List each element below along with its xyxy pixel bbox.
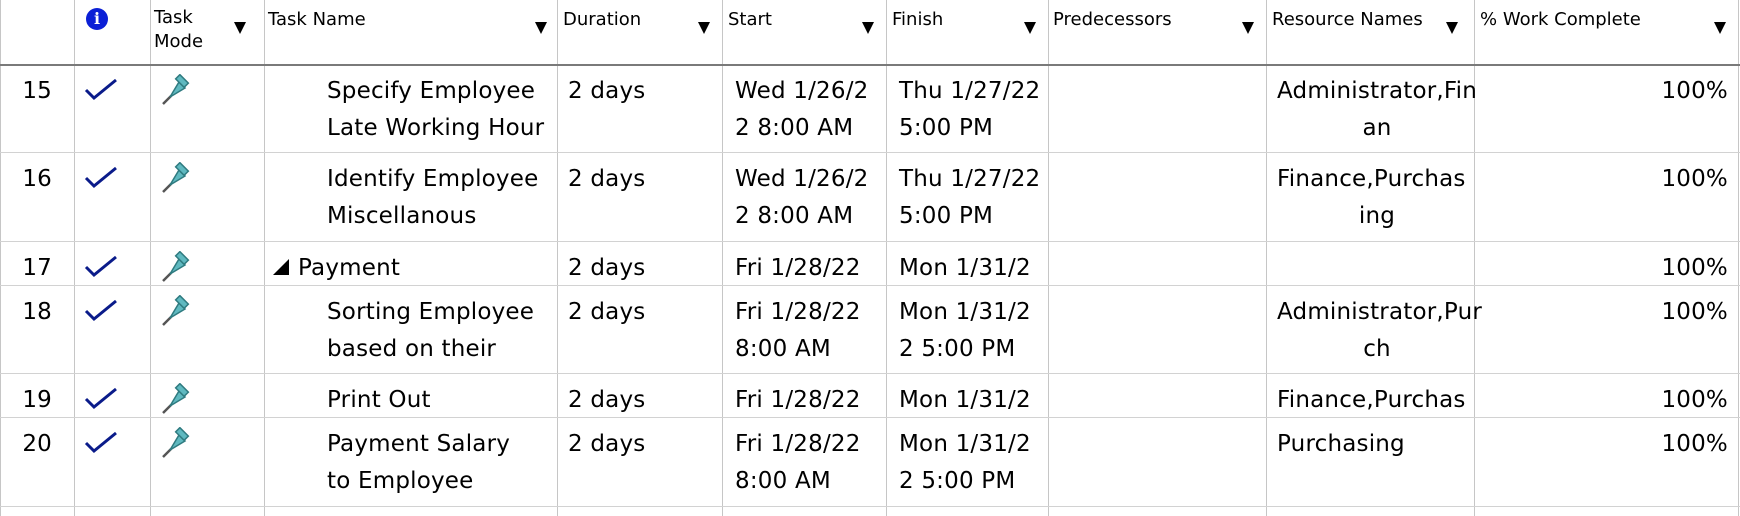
task-name-dropdown-icon[interactable] <box>535 22 547 34</box>
task-name[interactable]: Specify Employee <box>327 72 557 110</box>
resource-cell-line2: ing <box>1358 203 1396 229</box>
finish-cell[interactable]: Thu 1/27/22 <box>899 72 1054 110</box>
finish-dropdown-icon[interactable] <box>1024 22 1036 34</box>
resource-cell[interactable]: Finance,Purchas <box>1277 381 1487 419</box>
resource-cell[interactable]: Administrator,Fin <box>1277 72 1487 110</box>
task-name-line2: Late Working Hour <box>327 115 545 141</box>
duration-dropdown-icon[interactable] <box>698 22 710 34</box>
start-cell[interactable]: Fri 1/28/22 <box>735 249 885 287</box>
task-name-line2: to Employee <box>327 468 474 494</box>
pushpin-icon <box>162 74 190 105</box>
column-header-start[interactable]: Start <box>728 6 772 34</box>
duration-cell[interactable]: 2 days <box>568 249 718 287</box>
resource-names-dropdown-icon[interactable] <box>1446 22 1458 34</box>
finish-cell[interactable]: Mon 1/31/2 <box>899 425 1054 463</box>
duration-cell[interactable]: 2 days <box>568 160 718 198</box>
resource-cell-line2: ch <box>1363 336 1391 362</box>
resource-cell[interactable]: Administrator,Pur <box>1277 293 1487 331</box>
column-header-resource-names[interactable]: Resource Names <box>1272 6 1423 34</box>
row-id: 20 <box>22 431 52 457</box>
column-header-duration[interactable]: Duration <box>563 6 641 34</box>
checkmark-icon <box>84 299 117 322</box>
resource-cell[interactable]: Finance,Purchas <box>1277 160 1487 198</box>
checkmark-icon <box>84 166 117 189</box>
info-icon[interactable]: i <box>86 8 108 30</box>
task-name[interactable]: Payment Salary <box>327 425 557 463</box>
checkmark-icon <box>84 255 117 278</box>
row-id: 19 <box>22 387 52 413</box>
percent-work-complete-dropdown-icon[interactable] <box>1714 22 1726 34</box>
collapse-triangle-icon[interactable] <box>273 259 289 275</box>
pushpin-icon <box>162 427 190 458</box>
finish-cell-line2: 5:00 PM <box>899 203 994 229</box>
start-dropdown-icon[interactable] <box>862 22 874 34</box>
start-cell[interactable]: Wed 1/26/2 <box>735 72 885 110</box>
task-name[interactable]: Identify Employee <box>327 160 557 198</box>
percent-complete-cell[interactable]: 100% <box>1608 72 1728 110</box>
duration-cell[interactable]: 2 days <box>568 293 718 331</box>
percent-complete-cell[interactable]: 100% <box>1608 425 1728 463</box>
finish-cell[interactable]: Mon 1/31/2 <box>899 293 1054 331</box>
row-id: 18 <box>22 299 52 325</box>
percent-complete-cell[interactable]: 100% <box>1608 160 1728 198</box>
checkmark-icon <box>84 387 117 410</box>
percent-complete-cell[interactable]: 100% <box>1608 249 1728 287</box>
finish-cell[interactable]: Mon 1/31/2 <box>899 249 1054 287</box>
column-header-predecessors[interactable]: Predecessors <box>1053 6 1172 34</box>
finish-cell[interactable]: Thu 1/27/22 <box>899 160 1054 198</box>
column-header-task-mode[interactable]: Task Mode <box>154 6 214 54</box>
pushpin-icon <box>162 251 190 282</box>
start-cell-line2: 2 8:00 AM <box>735 115 854 141</box>
percent-complete-cell[interactable]: 100% <box>1608 293 1728 331</box>
duration-cell[interactable]: 2 days <box>568 72 718 110</box>
task-name-line2: Miscellanous <box>327 203 477 229</box>
resource-cell[interactable]: Purchasing <box>1277 425 1487 463</box>
finish-cell-line2: 5:00 PM <box>899 115 994 141</box>
start-cell-line2: 8:00 AM <box>735 468 831 494</box>
resource-cell-line2: an <box>1362 115 1392 141</box>
row-id: 16 <box>22 166 52 192</box>
start-cell[interactable]: Fri 1/28/22 <box>735 381 885 419</box>
start-cell-line2: 2 8:00 AM <box>735 203 854 229</box>
column-header-finish[interactable]: Finish <box>892 6 943 34</box>
row-id: 17 <box>22 255 52 281</box>
pushpin-icon <box>162 383 190 414</box>
task-name[interactable]: Sorting Employee <box>327 293 557 331</box>
row-id: 15 <box>22 78 52 104</box>
column-header-percent-work-complete[interactable]: % Work Complete <box>1480 6 1641 34</box>
column-header-task-name[interactable]: Task Name <box>268 6 366 34</box>
task-name[interactable]: Print Out <box>327 381 557 419</box>
checkmark-icon <box>84 78 117 101</box>
start-cell[interactable]: Fri 1/28/22 <box>735 425 885 463</box>
task-name[interactable]: Payment <box>298 249 548 287</box>
start-cell[interactable]: Fri 1/28/22 <box>735 293 885 331</box>
gantt-table: i Task Mode Task Name Duration Start Fin… <box>0 0 1740 516</box>
pushpin-icon <box>162 295 190 326</box>
checkmark-icon <box>84 431 117 454</box>
finish-cell-line2: 2 5:00 PM <box>899 468 1016 494</box>
task-name-line2: based on their <box>327 336 497 362</box>
duration-cell[interactable]: 2 days <box>568 425 718 463</box>
finish-cell-line2: 2 5:00 PM <box>899 336 1016 362</box>
duration-cell[interactable]: 2 days <box>568 381 718 419</box>
task-mode-dropdown-icon[interactable] <box>234 22 246 34</box>
predecessors-dropdown-icon[interactable] <box>1242 22 1254 34</box>
percent-complete-cell[interactable]: 100% <box>1608 381 1728 419</box>
start-cell-line2: 8:00 AM <box>735 336 831 362</box>
pushpin-icon <box>162 162 190 193</box>
finish-cell[interactable]: Mon 1/31/2 <box>899 381 1054 419</box>
start-cell[interactable]: Wed 1/26/2 <box>735 160 885 198</box>
